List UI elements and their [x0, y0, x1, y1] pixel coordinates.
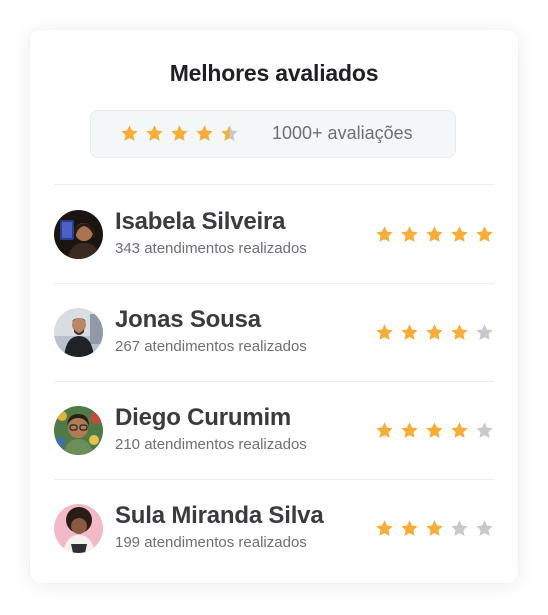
person-appointments: 267 atendimentos realizados: [115, 338, 307, 355]
star-half-icon: [221, 125, 238, 141]
star-filled-icon: [401, 226, 418, 242]
avatar: [54, 504, 103, 553]
person-appointments: 210 atendimentos realizados: [115, 436, 307, 453]
person-name[interactable]: Sula Miranda Silva: [115, 502, 324, 530]
star-filled-icon: [376, 226, 393, 242]
person-stars: [375, 421, 494, 440]
summary-stars: [120, 124, 239, 143]
star-filled-icon: [451, 226, 468, 242]
avatar: [54, 406, 103, 455]
person-name[interactable]: Jonas Sousa: [115, 306, 261, 334]
star-filled-icon: [426, 422, 443, 438]
star-filled-icon: [426, 226, 443, 242]
person-appointments: 343 atendimentos realizados: [115, 240, 307, 257]
person-stars: [375, 519, 494, 538]
person-row[interactable]: Isabela Silveira 343 atendimentos realiz…: [54, 185, 494, 283]
star-filled-icon: [171, 125, 188, 141]
star-empty-icon: [451, 520, 468, 536]
star-filled-icon: [401, 520, 418, 536]
star-filled-icon: [451, 324, 468, 340]
star-filled-icon: [196, 125, 213, 141]
star-filled-icon: [121, 125, 138, 141]
person-name[interactable]: Diego Curumim: [115, 404, 291, 432]
star-empty-icon: [476, 520, 493, 536]
star-filled-icon: [376, 422, 393, 438]
reviews-count: 1000+ avaliações: [272, 123, 413, 143]
person-row[interactable]: Sula Miranda Silva 199 atendimentos real…: [54, 479, 494, 577]
star-filled-icon: [376, 520, 393, 536]
star-filled-icon: [426, 324, 443, 340]
star-filled-icon: [376, 324, 393, 340]
rating-summary: 1000+ avaliações: [90, 110, 456, 158]
person-row[interactable]: Diego Curumim 210 atendimentos realizado…: [54, 381, 494, 479]
person-stars: [375, 323, 494, 342]
star-filled-icon: [451, 422, 468, 438]
person-name[interactable]: Isabela Silveira: [115, 208, 285, 236]
star-empty-icon: [476, 422, 493, 438]
star-filled-icon: [401, 422, 418, 438]
star-filled-icon: [146, 125, 163, 141]
person-row[interactable]: Jonas Sousa 267 atendimentos realizados: [54, 283, 494, 381]
avatar: [54, 210, 103, 259]
card-title: Melhores avaliados: [169, 60, 379, 86]
star-empty-icon: [476, 324, 493, 340]
top-rated-card: Melhores avaliados 1000+ avaliações Isab…: [30, 30, 518, 583]
star-filled-icon: [426, 520, 443, 536]
star-filled-icon: [401, 324, 418, 340]
person-appointments: 199 atendimentos realizados: [115, 534, 307, 551]
person-stars: [375, 225, 494, 244]
star-filled-icon: [476, 226, 493, 242]
avatar: [54, 308, 103, 357]
